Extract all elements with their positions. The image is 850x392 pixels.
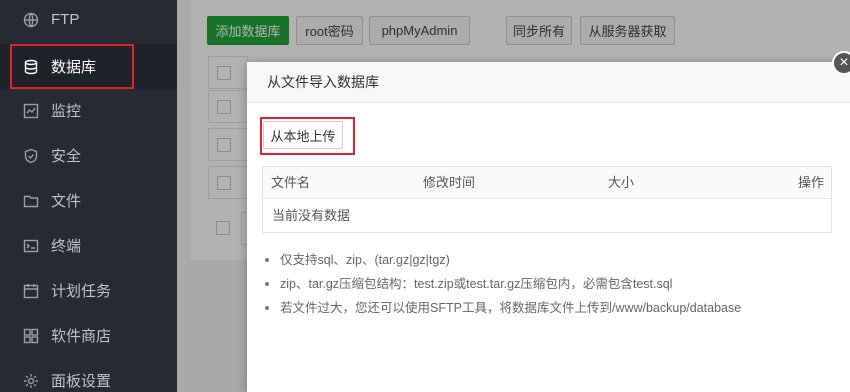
import-database-dialog: 从文件导入数据库 从本地上传 文件名 修改时间 大小 操作 当前没有数据 仅支持… bbox=[247, 62, 850, 392]
sidebar-item-label: 终端 bbox=[51, 238, 82, 255]
tip-item: 若文件过大，您还可以使用SFTP工具，将数据库文件上传到/www/backup/… bbox=[263, 296, 843, 320]
tip-item: 仅支持sql、zip、(tar.gz|gz|tgz) bbox=[263, 248, 843, 272]
sidebar-item-label: 监控 bbox=[51, 103, 82, 120]
sidebar-item-label: 面板设置 bbox=[51, 373, 112, 390]
calendar-icon bbox=[23, 283, 39, 299]
sidebar-item-security[interactable]: 安全 bbox=[0, 133, 177, 178]
sidebar-item-ftp[interactable]: FTP bbox=[0, 0, 177, 42]
globe-icon bbox=[23, 12, 39, 28]
sidebar-item-app-store[interactable]: 软件商店 bbox=[0, 313, 177, 358]
folder-icon bbox=[23, 193, 39, 209]
monitor-icon bbox=[23, 103, 39, 119]
sidebar-item-label: 软件商店 bbox=[51, 328, 112, 345]
terminal-icon bbox=[23, 238, 39, 254]
file-table: 文件名 修改时间 大小 操作 当前没有数据 bbox=[262, 166, 832, 233]
column-header-size: 大小 bbox=[608, 175, 635, 190]
close-button[interactable]: × bbox=[832, 51, 850, 75]
dialog-header: 从文件导入数据库 bbox=[247, 62, 850, 103]
empty-state: 当前没有数据 bbox=[272, 208, 351, 223]
sidebar-item-monitor[interactable]: 监控 bbox=[0, 88, 177, 133]
sidebar-item-label: 安全 bbox=[51, 148, 82, 165]
shield-icon bbox=[23, 148, 39, 164]
apps-icon bbox=[23, 328, 39, 344]
sidebar-item-label: 计划任务 bbox=[51, 283, 112, 300]
close-icon: × bbox=[839, 54, 849, 71]
sidebar-item-label: FTP bbox=[51, 11, 80, 28]
sidebar-item-label: 文件 bbox=[51, 193, 82, 210]
table-header: 文件名 修改时间 大小 操作 bbox=[263, 167, 831, 199]
sidebar-item-cron[interactable]: 计划任务 bbox=[0, 268, 177, 313]
gear-icon bbox=[23, 373, 39, 389]
column-header-modified: 修改时间 bbox=[423, 175, 476, 190]
help-tips: 仅支持sql、zip、(tar.gz|gz|tgz) zip、tar.gz压缩包… bbox=[263, 248, 843, 320]
active-item-highlight-frame bbox=[10, 44, 134, 89]
upload-from-local-button[interactable]: 从本地上传 bbox=[263, 121, 343, 149]
sidebar-item-files[interactable]: 文件 bbox=[0, 178, 177, 223]
sidebar-item-settings[interactable]: 面板设置 bbox=[0, 358, 177, 392]
column-header-actions: 操作 bbox=[798, 175, 825, 190]
column-header-filename: 文件名 bbox=[271, 175, 311, 190]
sidebar-item-terminal[interactable]: 终端 bbox=[0, 223, 177, 268]
tip-item: zip、tar.gz压缩包结构：test.zip或test.tar.gz压缩包内… bbox=[263, 272, 843, 296]
dialog-title: 从文件导入数据库 bbox=[267, 74, 379, 90]
